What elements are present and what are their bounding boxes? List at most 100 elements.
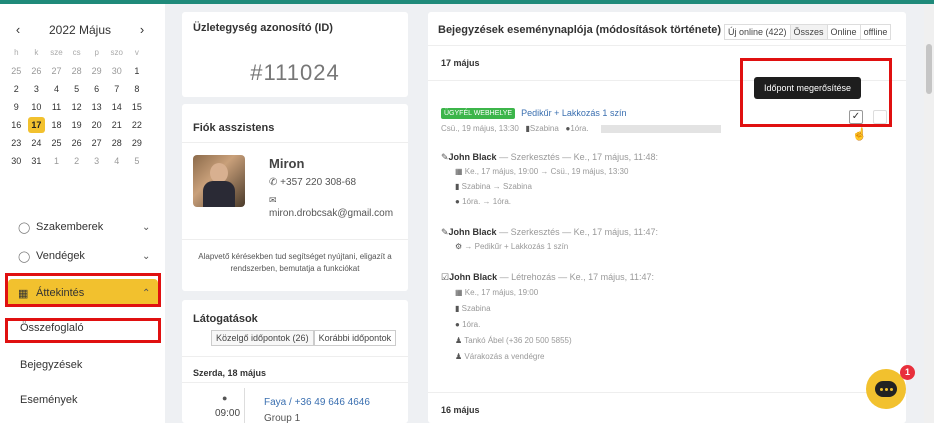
- calendar-day[interactable]: 9: [8, 99, 25, 115]
- log-date-header: 17 május: [441, 58, 480, 68]
- calendar-week-row: 9 10 11 12 13 14 15: [8, 98, 158, 116]
- calendar-week-row: 16 17 18 19 20 21 22: [8, 116, 158, 134]
- tab-past-visits[interactable]: Korábbi időpontok: [313, 330, 397, 346]
- calendar-day[interactable]: 22: [129, 117, 146, 133]
- calendar-day[interactable]: 23: [8, 135, 25, 151]
- calendar-day[interactable]: 25: [48, 135, 65, 151]
- page-scrollbar[interactable]: [924, 4, 934, 423]
- calendar-day[interactable]: 28: [68, 63, 85, 79]
- calendar-day[interactable]: 6: [88, 81, 105, 97]
- tab-upcoming-visits[interactable]: Közelgő időpontok (26): [211, 330, 314, 346]
- log-entry-3-line-4: ♟ Tankó Ábel (+36 20 500 5855): [455, 336, 572, 345]
- calendar-day[interactable]: 31: [28, 153, 45, 169]
- booking-service-link[interactable]: Pedikűr + Lakkozás 1 szín: [521, 108, 626, 118]
- scrollbar-thumb[interactable]: [926, 44, 932, 94]
- calendar-next-button[interactable]: ›: [134, 22, 150, 37]
- calendar-day[interactable]: 8: [129, 81, 146, 97]
- calendar-day[interactable]: 15: [129, 99, 146, 115]
- calendar-day[interactable]: 28: [108, 135, 125, 151]
- source-badge: ÜGYFÉL WEBHELYE: [441, 107, 516, 119]
- sidebar-subitem-entries[interactable]: Bejegyzések: [8, 359, 82, 371]
- business-id-card: Üzletegység azonosító (ID) #111024: [182, 12, 408, 97]
- log-date-header-2: 16 május: [441, 405, 480, 415]
- calendar-day[interactable]: 2: [68, 153, 85, 169]
- calendar-day[interactable]: 17: [28, 117, 45, 133]
- tab-online[interactable]: Online: [826, 24, 861, 40]
- sidebar-subitem-summary[interactable]: Összefoglaló: [8, 322, 84, 334]
- assistant-name: Miron: [269, 156, 305, 171]
- calendar-day[interactable]: 26: [68, 135, 85, 151]
- calendar-day[interactable]: 11: [48, 99, 65, 115]
- calendar-day[interactable]: 2: [8, 81, 25, 97]
- calendar-day[interactable]: 1: [48, 153, 65, 169]
- calendar-day[interactable]: 24: [28, 135, 45, 151]
- calendar-day[interactable]: 13: [88, 99, 105, 115]
- tab-offline[interactable]: offline: [859, 24, 892, 40]
- log-entry-1-line-3: ● 1óra. → 1óra.: [455, 197, 511, 206]
- assistant-phone[interactable]: +357 220 308-68: [280, 177, 356, 188]
- users-icon: ◯: [18, 250, 31, 263]
- divider: [182, 142, 408, 143]
- tab-new-online[interactable]: Új online (422): [724, 24, 791, 40]
- chevron-down-icon: ⌄: [142, 250, 151, 262]
- account-assistant-card: Fiók asszistens Miron ✆ +357 220 308-68 …: [182, 104, 408, 291]
- sidebar-item-specialists[interactable]: ◯ Szakemberek ⌄: [8, 213, 158, 241]
- booking-action-button[interactable]: [873, 110, 887, 124]
- calendar-day[interactable]: 21: [108, 117, 125, 133]
- calendar-weekday: v: [134, 48, 139, 57]
- calendar-day[interactable]: 25: [8, 63, 25, 79]
- calendar-day[interactable]: 5: [68, 81, 85, 97]
- tab-all[interactable]: Összes: [789, 24, 828, 40]
- visits-card: Látogatások Közelgő időpontok (26) Korább…: [182, 300, 408, 423]
- visit-group: Group 1: [264, 413, 301, 423]
- visits-tabs: Közelgő időpontok (26) Korábbi időpontok: [211, 330, 397, 346]
- pencil-icon: ✎: [441, 227, 449, 237]
- calendar-week-row: 23 24 25 26 27 28 29: [8, 134, 158, 152]
- calendar-day[interactable]: 4: [48, 81, 65, 97]
- chat-notification-badge: 1: [900, 365, 915, 380]
- calendar-day[interactable]: 3: [28, 81, 45, 97]
- chevron-down-icon: ⌄: [142, 221, 151, 233]
- calendar-day[interactable]: 3: [88, 153, 105, 169]
- calendar-weekday-row: h k sze cs p szo v: [8, 44, 158, 62]
- visit-client-link[interactable]: Faya / +36 49 646 4646: [264, 397, 370, 408]
- calendar-day[interactable]: 1: [129, 63, 146, 79]
- calendar-day[interactable]: 7: [108, 81, 125, 97]
- calendar-day[interactable]: 27: [48, 63, 65, 79]
- log-entry-1-line-1: ▦ Ke., 17 május, 19:00 → Csü., 19 május,…: [455, 167, 629, 176]
- divider: [182, 382, 408, 383]
- calendar-day[interactable]: 30: [8, 153, 25, 169]
- log-entry-3-line-2: ▮ Szabina: [455, 304, 491, 313]
- visits-title: Látogatások: [193, 313, 258, 325]
- calendar-day[interactable]: 12: [68, 99, 85, 115]
- assistant-description: Alapvető kérésekben tud segítséget nyújt…: [198, 252, 392, 273]
- log-entry-author[interactable]: John Black: [449, 152, 497, 162]
- assistant-email[interactable]: miron.drobcsak@gmail.com: [269, 208, 393, 219]
- log-entry-author[interactable]: John Black: [449, 272, 497, 282]
- edit-box-icon: ☑: [441, 272, 450, 282]
- calendar-day[interactable]: 14: [108, 99, 125, 115]
- calendar-week-row: 30 31 1 2 3 4 5: [8, 152, 158, 170]
- calendar-day[interactable]: 10: [28, 99, 45, 115]
- calendar-day[interactable]: 16: [8, 117, 25, 133]
- calendar-prev-button[interactable]: ‹: [10, 22, 26, 37]
- calendar-day[interactable]: 30: [108, 63, 125, 79]
- calendar-day[interactable]: 4: [108, 153, 125, 169]
- sidebar-subitem-events[interactable]: Események: [8, 394, 77, 406]
- calendar-day[interactable]: 19: [68, 117, 85, 133]
- calendar-day[interactable]: 27: [88, 135, 105, 151]
- calendar-day[interactable]: 18: [48, 117, 65, 133]
- confirm-booking-button[interactable]: ✓: [849, 110, 863, 124]
- pencil-icon: ✎: [441, 152, 449, 162]
- sidebar-item-guests[interactable]: ◯ Vendégek ⌄: [8, 242, 158, 270]
- calendar-day[interactable]: 29: [88, 63, 105, 79]
- calendar-day[interactable]: 29: [129, 135, 146, 151]
- calendar-day[interactable]: 26: [28, 63, 45, 79]
- event-log-title: Bejegyzések eseménynaplója (módosítások …: [438, 24, 722, 36]
- calendar-day[interactable]: 5: [129, 153, 146, 169]
- sidebar-item-overview[interactable]: ▦ Áttekintés ⌃: [8, 279, 158, 307]
- event-log-card: Bejegyzések eseménynaplója (módosítások …: [428, 12, 906, 423]
- log-entry-author[interactable]: John Black: [449, 227, 497, 237]
- calendar-day[interactable]: 20: [88, 117, 105, 133]
- clock-icon: ●: [455, 197, 460, 206]
